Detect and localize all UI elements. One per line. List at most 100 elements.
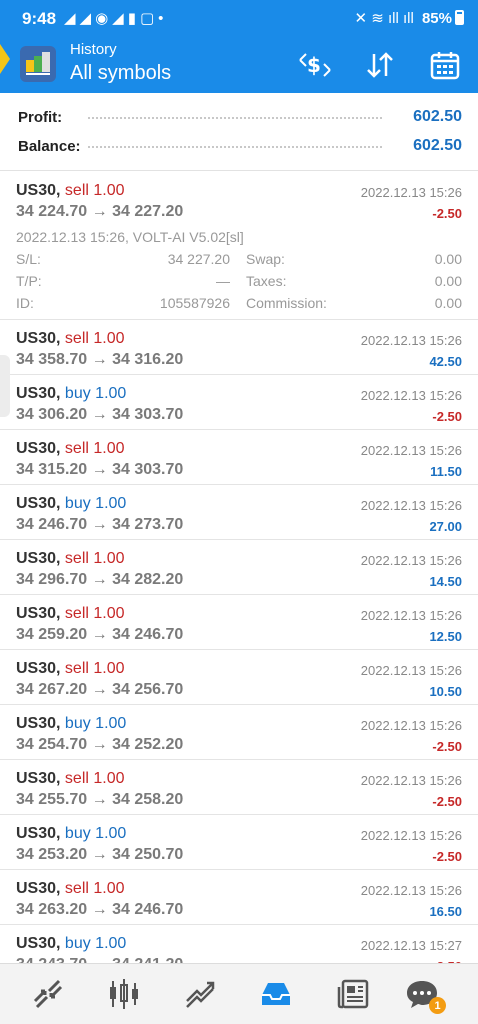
trade-prices: 34 259.20 → 34 246.70 — [16, 626, 184, 643]
trade-datetime: 2022.12.13 15:26 — [360, 498, 462, 513]
profit-value: 602.50 — [413, 108, 462, 125]
deposit-filter-icon[interactable]: $ — [298, 48, 332, 82]
trade-datetime: 2022.12.13 15:26 — [360, 185, 462, 200]
trade-profit: 27.00 — [429, 519, 462, 534]
trade-datetime: 2022.12.13 15:26 — [360, 883, 462, 898]
trade-row[interactable]: US30, sell 1.00 34 255.70 → 34 258.20 2022… — [0, 760, 478, 815]
trade-symbol-line: US30, sell 1.00 — [16, 182, 125, 200]
trade-symbol-line: US30, buy 1.00 — [16, 385, 126, 403]
history-icon[interactable] — [258, 976, 294, 1012]
trade-symbol: US30, — [16, 715, 61, 732]
detail-row: T/P: — Taxes: 0.00 — [16, 273, 462, 293]
side-drawer-tab-icon[interactable] — [0, 44, 10, 74]
status-time: 9:48 — [22, 9, 57, 28]
trade-row[interactable]: US30, buy 1.00 34 246.70 → 34 273.70 2022.… — [0, 485, 478, 540]
detail-row: ID: 105587926 Commission: 0.00 — [16, 295, 462, 315]
trade-prices: 34 224.70 → 34 227.20 — [16, 203, 184, 220]
trade-profit: -2.50 — [432, 206, 462, 221]
status-right: ✕ ≋ ıll ıll 85% — [354, 9, 464, 27]
trade-symbol-line: US30, buy 1.00 — [16, 825, 126, 843]
battery-level: 85% — [421, 10, 452, 27]
news-icon[interactable] — [336, 976, 372, 1012]
trade-side: sell — [64, 880, 89, 897]
trade-volume: 1.00 — [93, 330, 125, 347]
trade-row[interactable]: US30, buy 1.00 34 254.70 → 34 252.20 2022.… — [0, 705, 478, 760]
trade-side: sell — [64, 182, 89, 199]
trade-symbol: US30, — [16, 385, 61, 402]
chart-icon[interactable] — [106, 976, 142, 1012]
tp-label: T/P: — [16, 273, 42, 289]
tp-value: — — [216, 273, 230, 289]
trade-profit: -2.50 — [432, 739, 462, 754]
trade-row[interactable]: US30, buy 1.00 34 306.20 → 34 303.70 2022.… — [0, 375, 478, 430]
trade-symbol-line: US30, buy 1.00 — [16, 715, 126, 733]
trade-side: sell — [64, 330, 89, 347]
trade-row[interactable]: US30, sell 1.00 34 263.20 → 34 246.70 2022… — [0, 870, 478, 925]
trade-row[interactable]: US30, sell 1.00 34 315.20 → 34 303.70 2022… — [0, 430, 478, 485]
trade-meta: 2022.12.13 15:26, VOLT-AI V5.02[sl] — [16, 229, 244, 245]
taxes-label: Taxes: — [246, 273, 287, 289]
calendar-icon[interactable] — [428, 48, 462, 82]
trade-row[interactable]: US30, sell 1.00 34 224.70 → 34 227.20 2022… — [0, 172, 478, 320]
trade-side: buy — [64, 825, 91, 842]
app-header: History All symbols $ — [0, 36, 478, 93]
trade-profit: 12.50 — [429, 629, 462, 644]
app-logo-icon[interactable] — [20, 46, 56, 82]
trade-profit: -2.50 — [432, 409, 462, 424]
balance-value: 602.50 — [413, 137, 462, 154]
trade-profit: -2.50 — [432, 794, 462, 809]
trade-row[interactable]: US30, sell 1.00 34 296.70 → 34 282.20 2022… — [0, 540, 478, 595]
trade-datetime: 2022.12.13 15:26 — [360, 828, 462, 843]
edge-panel-handle[interactable] — [0, 355, 10, 417]
notification-icons: ◢◢◉◢▮▢• — [64, 10, 168, 27]
quotes-icon[interactable] — [30, 976, 66, 1012]
trade-row[interactable]: US30, sell 1.00 34 267.20 → 34 256.70 2022… — [0, 650, 478, 705]
trade-symbol: US30, — [16, 495, 61, 512]
trade-volume: 1.00 — [93, 660, 125, 677]
signal-icons: ✕ ≋ ıll ıll — [354, 10, 414, 27]
detail-row: S/L: 34 227.20 Swap: 0.00 — [16, 251, 462, 271]
top-bar: 9:48 ◢◢◉◢▮▢• ✕ ≋ ıll ıll 85% History All… — [0, 0, 478, 93]
trade-row[interactable]: US30, sell 1.00 34 259.20 → 34 246.70 2022… — [0, 595, 478, 650]
trade-volume: 1.00 — [95, 385, 127, 402]
trade-profit: -2.50 — [432, 849, 462, 864]
trade-prices: 34 267.20 → 34 256.70 — [16, 681, 184, 698]
trade-symbol-line: US30, sell 1.00 — [16, 440, 125, 458]
trade-datetime: 2022.12.13 15:26 — [360, 333, 462, 348]
trade-symbol-line: US30, buy 1.00 — [16, 495, 126, 513]
trade-volume: 1.00 — [95, 935, 127, 952]
trade-row[interactable]: US30, buy 1.00 34 243.70 → 34 241.20 2022.… — [0, 925, 478, 963]
trade-icon[interactable] — [182, 976, 218, 1012]
trade-side: sell — [64, 660, 89, 677]
trade-datetime: 2022.12.13 15:26 — [360, 663, 462, 678]
trade-prices: 34 315.20 → 34 303.70 — [16, 461, 184, 478]
svg-text:$: $ — [307, 53, 321, 77]
trade-volume: 1.00 — [95, 825, 127, 842]
trade-prices: 34 254.70 → 34 252.20 — [16, 736, 184, 753]
trades-list[interactable]: US30, sell 1.00 34 224.70 → 34 227.20 2022… — [0, 172, 478, 963]
trade-volume: 1.00 — [93, 440, 125, 457]
sort-icon[interactable] — [363, 48, 397, 82]
trade-profit: 10.50 — [429, 684, 462, 699]
trade-row[interactable]: US30, buy 1.00 34 253.20 → 34 250.70 2022.… — [0, 815, 478, 870]
trade-profit: 16.50 — [429, 904, 462, 919]
trade-row[interactable]: US30, sell 1.00 34 358.70 → 34 316.20 2022… — [0, 320, 478, 375]
sl-value: 34 227.20 — [167, 251, 230, 267]
trade-symbol: US30, — [16, 935, 61, 952]
trade-volume: 1.00 — [95, 715, 127, 732]
messages-icon[interactable]: 1 — [404, 976, 446, 1014]
profit-row: Profit: 602.50 — [18, 105, 462, 131]
trade-symbol-line: US30, sell 1.00 — [16, 770, 125, 788]
account-summary: Profit: 602.50 Balance: 602.50 — [0, 93, 478, 171]
trade-profit: 14.50 — [429, 574, 462, 589]
trade-symbol-line: US30, sell 1.00 — [16, 660, 125, 678]
trade-volume: 1.00 — [95, 495, 127, 512]
dotted-leader — [88, 146, 382, 148]
header-title[interactable]: All symbols — [70, 62, 171, 85]
battery-icon — [455, 10, 464, 25]
commission-value: 0.00 — [434, 295, 462, 311]
trade-datetime: 2022.12.13 15:27 — [360, 938, 462, 953]
trade-side: sell — [64, 770, 89, 787]
trade-prices: 34 253.20 → 34 250.70 — [16, 846, 184, 863]
status-bar: 9:48 ◢◢◉◢▮▢• ✕ ≋ ıll ıll 85% — [0, 0, 478, 36]
